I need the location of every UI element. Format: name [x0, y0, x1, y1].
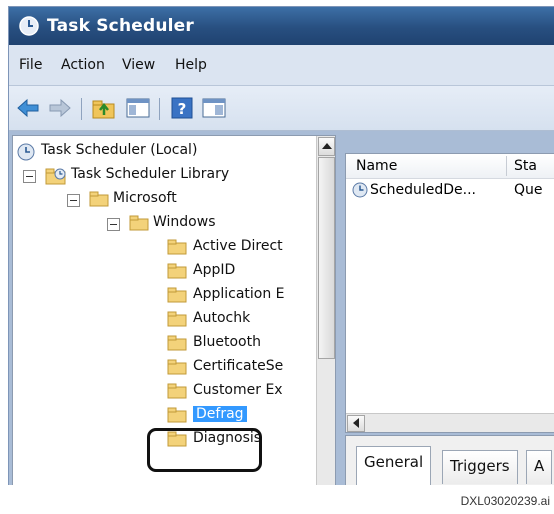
- tree-item-customer-experience[interactable]: Customer Ex: [167, 380, 317, 404]
- tree-item-appid[interactable]: AppID: [167, 260, 317, 284]
- tree-item-task-scheduler-local[interactable]: Task Scheduler (Local): [17, 140, 317, 164]
- tree-vertical-scrollbar[interactable]: [316, 136, 335, 485]
- tree-item-active-directory[interactable]: Active Direct: [167, 236, 317, 260]
- show-hide-console-tree-icon[interactable]: [125, 95, 151, 121]
- folder-icon: [167, 287, 187, 307]
- table-row[interactable]: ScheduledDe... Que: [346, 180, 554, 202]
- scroll-up-icon[interactable]: [318, 137, 335, 156]
- collapse-icon[interactable]: [107, 218, 120, 231]
- figure-caption: DXL03020239.ai: [460, 494, 550, 508]
- tree-item-label: Windows: [153, 214, 216, 230]
- menu-help[interactable]: Help: [175, 57, 207, 73]
- clock-icon: [17, 143, 35, 165]
- task-scheduler-window: Task Scheduler File Action View Help ? T…: [8, 6, 554, 485]
- scroll-left-icon[interactable]: [347, 415, 365, 432]
- task-clock-icon: [352, 182, 368, 202]
- list-horizontal-scrollbar[interactable]: [346, 413, 554, 432]
- tree-item-application-experience[interactable]: Application E: [167, 284, 317, 308]
- folder-icon: [167, 239, 187, 259]
- highlight-callout: [147, 428, 262, 472]
- menu-view[interactable]: View: [122, 57, 155, 73]
- collapse-icon[interactable]: [23, 170, 36, 183]
- menu-action[interactable]: Action: [61, 57, 105, 73]
- tree-item-label: CertificateSe: [193, 358, 284, 374]
- folder-icon: [167, 383, 187, 403]
- svg-text:?: ?: [178, 100, 187, 118]
- tree-item-label: Customer Ex: [193, 382, 283, 398]
- tree-item-label: Microsoft: [113, 190, 177, 206]
- folder-icon: [89, 191, 109, 211]
- tab-triggers[interactable]: Triggers: [442, 450, 518, 484]
- folder-icon: [167, 359, 187, 379]
- show-hide-action-pane-icon[interactable]: [201, 95, 227, 121]
- tab-actions[interactable]: A: [526, 450, 553, 484]
- task-status: Que: [514, 182, 543, 198]
- folder-icon: [167, 263, 187, 283]
- tree-item-windows[interactable]: Windows: [107, 212, 317, 236]
- column-divider[interactable]: [506, 156, 507, 176]
- folder-icon: [167, 407, 187, 427]
- scroll-thumb[interactable]: [318, 157, 335, 359]
- menu-bar: File Action View Help: [9, 45, 554, 86]
- forward-arrow-icon[interactable]: [47, 95, 73, 121]
- tree-item-label: AppID: [193, 262, 236, 278]
- help-icon[interactable]: ?: [169, 95, 195, 121]
- folder-icon: [167, 335, 187, 355]
- window-title: Task Scheduler: [47, 16, 194, 36]
- clock-icon: [19, 16, 39, 40]
- library-folder-icon: [45, 167, 67, 189]
- tab-general[interactable]: General: [356, 446, 432, 485]
- up-folder-icon[interactable]: [91, 95, 117, 121]
- tree-item-label: Task Scheduler Library: [71, 166, 230, 182]
- tree-item-label: Bluetooth: [193, 334, 261, 350]
- tree-item-label: Active Direct: [193, 238, 283, 254]
- column-status[interactable]: Sta: [514, 158, 537, 174]
- toolbar: ?: [9, 86, 554, 131]
- task-detail-pane: General Triggers A: [345, 435, 554, 485]
- task-list-header: Name Sta: [346, 154, 554, 179]
- tree-item-autochk[interactable]: Autochk: [167, 308, 317, 332]
- tree-item-task-scheduler-library[interactable]: Task Scheduler Library: [23, 164, 323, 188]
- tree-item-label-selected: Defrag: [193, 406, 247, 422]
- collapse-icon[interactable]: [67, 194, 80, 207]
- task-name: ScheduledDe...: [370, 182, 476, 198]
- folder-icon: [167, 311, 187, 331]
- tree-item-certificate-services[interactable]: CertificateSe: [167, 356, 317, 380]
- tree-item-label: Autochk: [193, 310, 251, 326]
- column-name[interactable]: Name: [356, 158, 397, 174]
- toolbar-separator: [81, 98, 82, 120]
- toolbar-separator: [159, 98, 160, 120]
- tree-item-label: Application E: [193, 286, 285, 302]
- task-list: Name Sta ScheduledDe... Que: [345, 153, 554, 433]
- menu-file[interactable]: File: [19, 57, 42, 73]
- folder-icon: [129, 215, 149, 235]
- tree-item-label: Task Scheduler (Local): [41, 142, 198, 158]
- tree-item-defrag[interactable]: Defrag: [167, 404, 317, 428]
- title-bar: Task Scheduler: [9, 7, 554, 45]
- tree-item-bluetooth[interactable]: Bluetooth: [167, 332, 317, 356]
- tree-item-microsoft[interactable]: Microsoft: [67, 188, 317, 212]
- back-arrow-icon[interactable]: [15, 95, 41, 121]
